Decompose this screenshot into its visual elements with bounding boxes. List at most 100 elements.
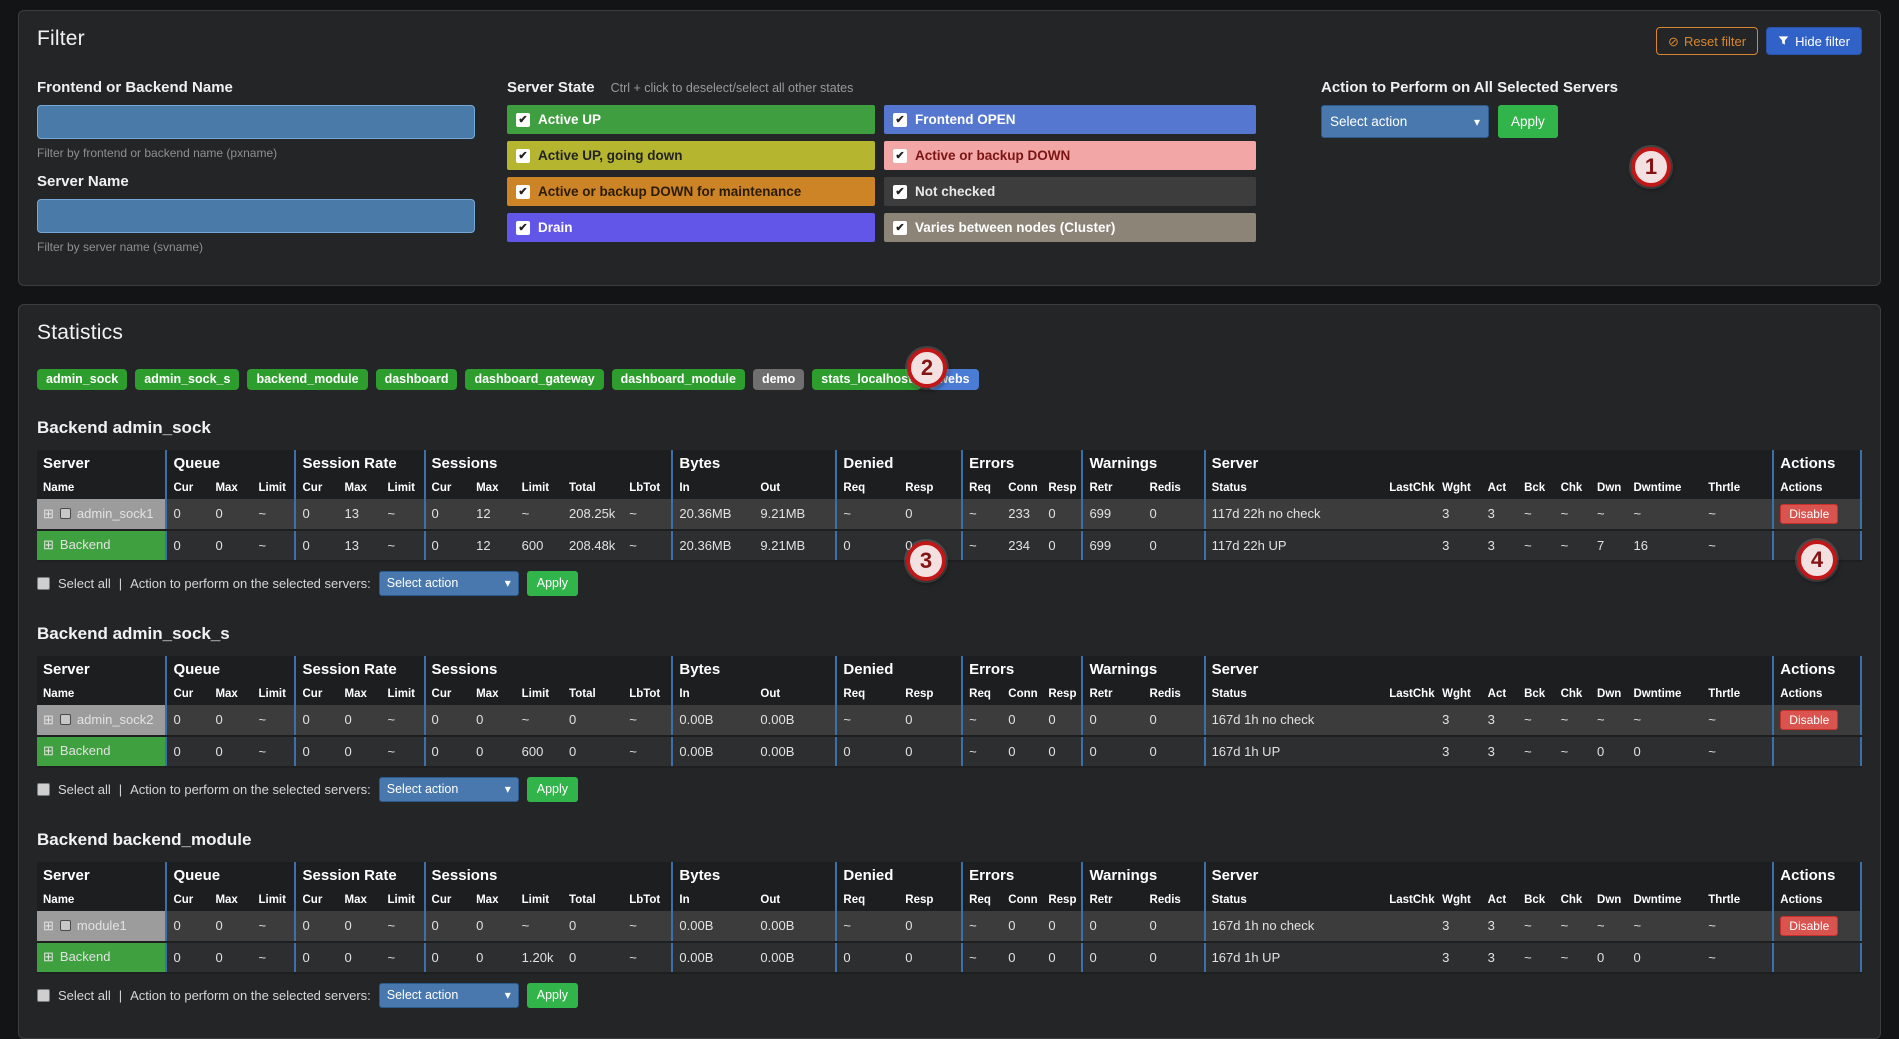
svname-input[interactable] xyxy=(37,199,475,233)
state-option-not-checked[interactable]: ✔ Not checked xyxy=(884,177,1256,206)
state-option-frontend-open[interactable]: ✔Frontend OPEN xyxy=(884,105,1256,134)
row-checkbox[interactable] xyxy=(60,920,71,931)
checkbox-checked-icon[interactable]: ✔ xyxy=(516,185,530,199)
state-option-active-up[interactable]: ✔Active UP xyxy=(507,105,875,134)
stat-cell xyxy=(1383,736,1436,767)
column-group-header: Server xyxy=(37,656,166,683)
state-option-label: Varies between nodes (Cluster) xyxy=(915,220,1115,235)
backend-badge-demo[interactable]: demo xyxy=(753,369,804,390)
backend-badge-dashboard_gateway[interactable]: dashboard_gateway xyxy=(465,369,603,390)
server-name-cell[interactable]: ⊞admin_sock1 xyxy=(37,499,166,530)
backend-badge-stats_localhost[interactable]: stats_localhost xyxy=(812,369,921,390)
stat-cell: 699 xyxy=(1082,499,1143,530)
expand-icon[interactable]: ⊞ xyxy=(43,949,54,964)
disable-button[interactable]: Disable xyxy=(1780,504,1838,524)
state-option-drain[interactable]: ✔Drain xyxy=(507,213,875,242)
stat-cell: 3 xyxy=(1436,499,1482,530)
stat-cell: ~ xyxy=(516,705,563,736)
server-name-cell[interactable]: ⊞ Backend xyxy=(37,942,166,973)
hide-filter-button[interactable]: Hide filter xyxy=(1766,27,1862,55)
column-header: Req xyxy=(962,683,1002,705)
expand-icon[interactable]: ⊞ xyxy=(43,506,54,521)
statistics-panel: Statistics admin_sockadmin_sock_sbackend… xyxy=(18,304,1881,1039)
column-header: Cur xyxy=(295,683,338,705)
checkbox-checked-icon[interactable]: ✔ xyxy=(516,221,530,235)
stat-cell: ~ xyxy=(1555,705,1591,736)
row-checkbox[interactable] xyxy=(60,508,71,519)
svname-label: Server Name xyxy=(37,173,475,190)
checkbox-checked-icon[interactable]: ✔ xyxy=(893,113,907,127)
checkbox-checked-icon[interactable]: ✔ xyxy=(516,149,530,163)
select-all-checkbox[interactable] xyxy=(37,783,50,796)
bulk-action-select[interactable]: Select action ▾ xyxy=(1321,105,1489,138)
footer-action-select[interactable]: Select action ▾ xyxy=(379,571,519,596)
bulk-apply-button[interactable]: Apply xyxy=(1498,105,1558,138)
expand-icon[interactable]: ⊞ xyxy=(43,712,54,727)
stat-cell xyxy=(1383,530,1436,561)
footer-action-select[interactable]: Select action ▾ xyxy=(379,777,519,802)
select-all-checkbox[interactable] xyxy=(37,577,50,590)
stat-cell: ~ xyxy=(962,499,1002,530)
column-header: Redis xyxy=(1144,683,1205,705)
stat-cell: 0 xyxy=(166,499,209,530)
state-option-active-or-backup-down-for-maintenance[interactable]: ✔Active or backup DOWN for maintenance xyxy=(507,177,875,206)
state-option-label: Not checked xyxy=(915,184,995,199)
server-name-cell[interactable]: ⊞admin_sock2 xyxy=(37,705,166,736)
column-header: LastChk xyxy=(1383,477,1436,499)
checkbox-checked-icon[interactable]: ✔ xyxy=(893,149,907,163)
column-header: Max xyxy=(209,683,252,705)
column-header: Status xyxy=(1205,477,1384,499)
stat-cell: 0 xyxy=(1042,911,1082,942)
stat-cell: 12 xyxy=(470,499,516,530)
stat-cell: 699 xyxy=(1082,530,1143,561)
state-option-active-or-backup-down[interactable]: ✔Active or backup DOWN xyxy=(884,141,1256,170)
backend-badge-admin_sock[interactable]: admin_sock xyxy=(37,369,127,390)
chevron-down-icon: ▾ xyxy=(505,988,511,1002)
stats-table: ServerQueueSession RateSessionsBytesDeni… xyxy=(37,656,1862,768)
checkbox-checked-icon[interactable]: ✔ xyxy=(893,185,907,199)
column-header: Thrtle xyxy=(1702,889,1773,911)
state-option-active-up-going-down[interactable]: ✔Active UP, going down xyxy=(507,141,875,170)
backend-badge-admin_sock_s[interactable]: admin_sock_s xyxy=(135,369,239,390)
backend-badge-backend_module[interactable]: backend_module xyxy=(247,369,367,390)
expand-icon[interactable]: ⊞ xyxy=(43,743,54,758)
stat-cell: ~ xyxy=(1518,942,1554,973)
checkbox-checked-icon[interactable]: ✔ xyxy=(516,113,530,127)
server-name: Backend xyxy=(60,949,111,964)
column-group-header: Server xyxy=(37,450,166,477)
server-name-cell[interactable]: ⊞module1 xyxy=(37,911,166,942)
select-all-label: Select all xyxy=(58,576,111,591)
footer-action-select[interactable]: Select action ▾ xyxy=(379,983,519,1008)
disable-button[interactable]: Disable xyxy=(1780,710,1838,730)
stat-cell: 0.00B xyxy=(754,942,836,973)
disable-button[interactable]: Disable xyxy=(1780,916,1838,936)
filter-panel: Filter ⊘ Reset filter Hide filter Fronte… xyxy=(18,10,1881,286)
state-option-varies-between-nodes-cluster-[interactable]: ✔ Varies between nodes (Cluster) xyxy=(884,213,1256,242)
expand-icon[interactable]: ⊞ xyxy=(43,918,54,933)
footer-apply-button[interactable]: Apply xyxy=(527,571,578,596)
backend-badge-dashboard[interactable]: dashboard xyxy=(376,369,458,390)
stat-cell: 0 xyxy=(1042,705,1082,736)
column-group-header: Session Rate xyxy=(295,862,424,889)
pxname-input[interactable] xyxy=(37,105,475,139)
footer-apply-button[interactable]: Apply xyxy=(527,983,578,1008)
column-group-header: Actions xyxy=(1773,862,1861,889)
stat-cell: ~ xyxy=(623,499,672,530)
table-footer: Select all | Action to perform on the se… xyxy=(37,983,1862,1008)
backend-badge-dashboard_module[interactable]: dashboard_module xyxy=(612,369,745,390)
checkbox-checked-icon[interactable]: ✔ xyxy=(893,221,907,235)
stat-cell: 3 xyxy=(1482,530,1518,561)
reset-filter-button[interactable]: ⊘ Reset filter xyxy=(1656,27,1758,55)
select-all-checkbox[interactable] xyxy=(37,989,50,1002)
column-header: LbTot xyxy=(623,889,672,911)
stat-cell: 0 xyxy=(295,911,338,942)
column-header: Conn xyxy=(1002,889,1042,911)
row-checkbox[interactable] xyxy=(60,714,71,725)
column-header: Max xyxy=(470,683,516,705)
expand-icon[interactable]: ⊞ xyxy=(43,537,54,552)
stat-cell: 0 xyxy=(295,530,338,561)
column-header: Max xyxy=(470,889,516,911)
server-name-cell[interactable]: ⊞Backend xyxy=(37,530,166,561)
server-name-cell[interactable]: ⊞Backend xyxy=(37,736,166,767)
footer-apply-button[interactable]: Apply xyxy=(527,777,578,802)
